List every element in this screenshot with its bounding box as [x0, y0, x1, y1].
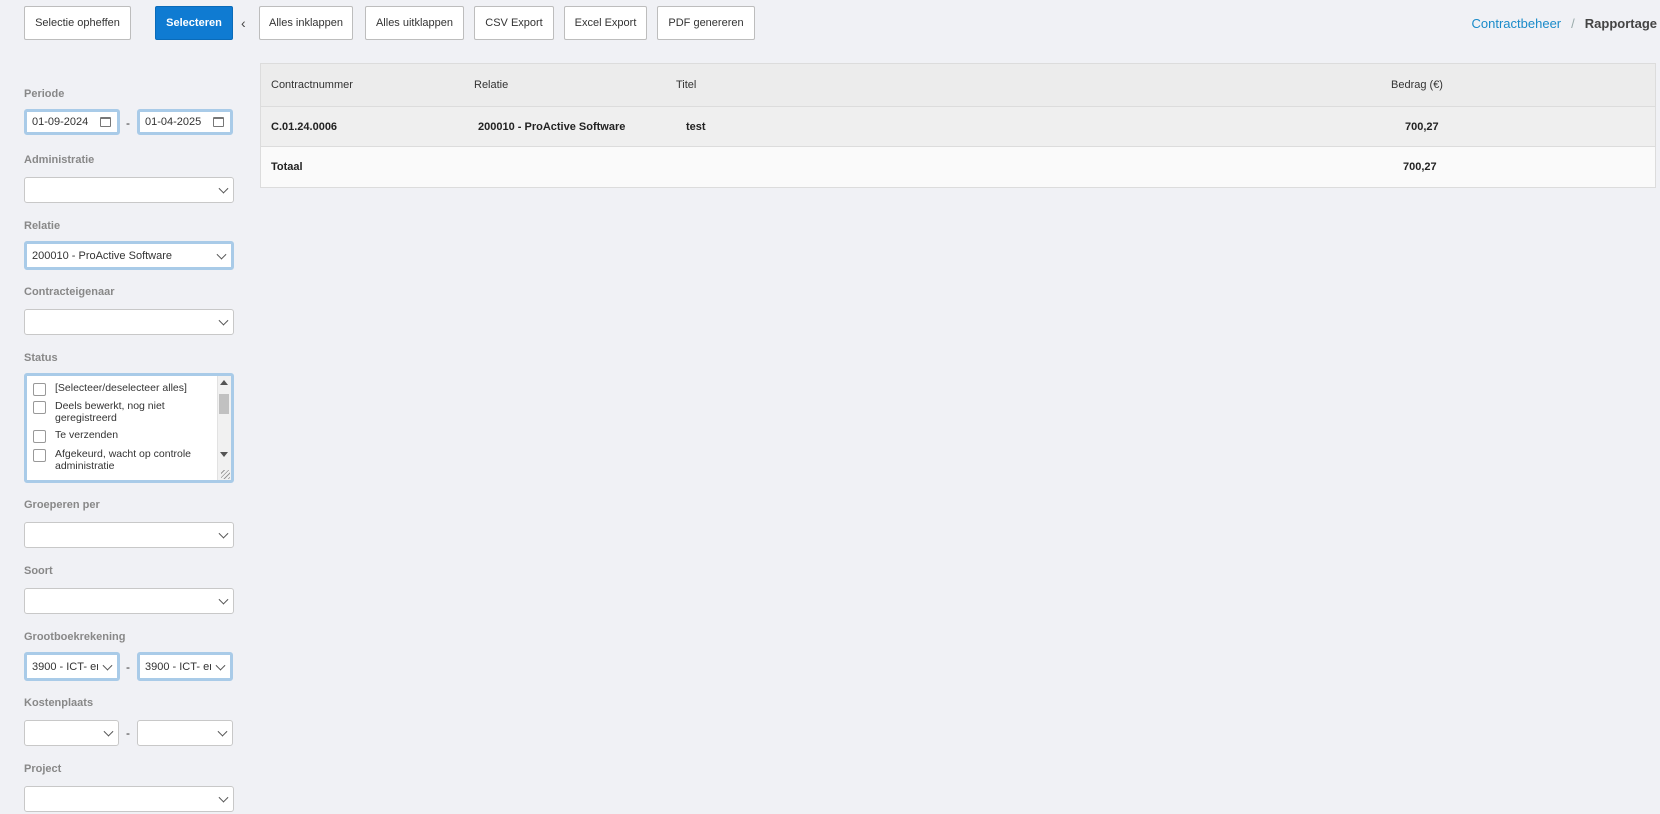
column-header-bedrag[interactable]: Bedrag (€)	[1391, 79, 1443, 91]
contracteigenaar-label: Contracteigenaar	[24, 286, 115, 298]
status-option[interactable]: Deels bewerkt, nog niet geregistreerd	[33, 400, 203, 424]
select-button[interactable]: Selecteren	[155, 6, 233, 40]
kostenplaats-label: Kostenplaats	[24, 697, 94, 709]
expand-all-button[interactable]: Alles uitklappen	[365, 6, 464, 40]
status-listbox[interactable]: [Selecteer/deselecteer alles] Deels bewe…	[24, 373, 234, 483]
soort-label: Soort	[24, 565, 53, 577]
status-option[interactable]: [Selecteer/deselecteer alles]	[33, 382, 203, 396]
grootboekrekening-label: Grootboekrekening	[24, 631, 126, 643]
status-option-label: Te verzenden	[55, 429, 119, 441]
chevron-down-icon	[218, 528, 229, 539]
project-select[interactable]	[24, 786, 234, 812]
table-header: Contractnummer Relatie Titel Bedrag (€)	[261, 64, 1655, 107]
grootboekrekening-from-select[interactable]: 3900 - ICT- en	[24, 652, 120, 681]
csv-export-button[interactable]: CSV Export	[474, 6, 554, 40]
checkbox[interactable]	[33, 401, 46, 414]
status-option[interactable]: Afgekeurd, wacht op controle administrat…	[33, 448, 203, 472]
status-option-label: Afgekeurd, wacht op controle administrat…	[55, 448, 191, 472]
scroll-thumb[interactable]	[219, 394, 229, 414]
chevron-down-icon	[217, 726, 228, 737]
chevron-down-icon	[216, 249, 227, 260]
total-value: 700,27	[1403, 161, 1437, 173]
periode-from-value: 01-09-2024	[32, 116, 89, 128]
administratie-select[interactable]	[24, 177, 234, 203]
kostenplaats-separator: -	[126, 726, 130, 740]
chevron-down-icon	[102, 660, 113, 671]
cell-bedrag: 700,27	[1405, 120, 1439, 133]
relatie-label: Relatie	[24, 220, 61, 232]
column-header-titel[interactable]: Titel	[676, 79, 696, 91]
resize-handle-icon[interactable]	[221, 470, 230, 479]
periode-separator: -	[126, 116, 130, 130]
chevron-down-icon	[218, 792, 229, 803]
checkbox[interactable]	[33, 383, 46, 396]
calendar-icon[interactable]	[213, 117, 224, 127]
project-label: Project	[24, 763, 62, 775]
scroll-down-icon[interactable]	[220, 452, 228, 457]
chevron-down-icon	[218, 183, 229, 194]
contracteigenaar-select[interactable]	[24, 309, 234, 335]
status-option-label: [Selecteer/deselecteer alles]	[55, 382, 187, 394]
chevron-left-icon[interactable]: ‹	[241, 15, 246, 31]
grootboekrekening-separator: -	[126, 660, 130, 674]
groeperen-per-select[interactable]	[24, 522, 234, 548]
cell-contractnummer: C.01.24.0006	[271, 120, 338, 133]
relatie-value: 200010 - ProActive Software	[32, 249, 173, 262]
chevron-down-icon	[103, 726, 114, 737]
checkbox[interactable]	[33, 430, 46, 443]
periode-to-value: 01-04-2025	[145, 116, 202, 128]
chevron-down-icon	[218, 594, 229, 605]
breadcrumb-rapportage: Rapportage	[1584, 16, 1657, 31]
total-label: Totaal	[271, 161, 303, 173]
collapse-all-button[interactable]: Alles inklappen	[259, 6, 353, 40]
excel-export-button[interactable]: Excel Export	[564, 6, 647, 40]
chevron-down-icon	[218, 315, 229, 326]
breadcrumb-contractbeheer[interactable]: Contractbeheer	[1472, 16, 1562, 31]
soort-select[interactable]	[24, 588, 234, 614]
relatie-select[interactable]: 200010 - ProActive Software	[24, 241, 234, 270]
periode-to-input[interactable]: 01-04-2025	[137, 109, 233, 135]
kostenplaats-from-select[interactable]	[24, 720, 119, 746]
column-header-contractnummer[interactable]: Contractnummer	[271, 79, 353, 91]
toolbar: Selectie opheffen Selecteren ‹ Alles ink…	[24, 6, 1660, 40]
status-option-label: Deels bewerkt, nog niet geregistreerd	[55, 400, 165, 424]
table-row[interactable]: C.01.24.0006 200010 - ProActive Software…	[261, 107, 1655, 147]
kostenplaats-to-select[interactable]	[137, 720, 233, 746]
breadcrumb-separator: /	[1571, 16, 1575, 31]
groeperen-per-label: Groeperen per	[24, 499, 100, 511]
calendar-icon[interactable]	[100, 117, 111, 127]
status-label: Status	[24, 352, 58, 364]
scroll-up-icon[interactable]	[220, 380, 228, 385]
cell-relatie: 200010 - ProActive Software	[478, 120, 626, 133]
status-scrollbar[interactable]	[217, 376, 231, 480]
administratie-label: Administratie	[24, 154, 95, 166]
clear-selection-button[interactable]: Selectie opheffen	[24, 6, 131, 40]
periode-from-input[interactable]: 01-09-2024	[24, 109, 120, 135]
column-header-relatie[interactable]: Relatie	[474, 79, 508, 91]
cell-titel: test	[686, 120, 706, 133]
periode-label: Periode	[24, 88, 65, 100]
grootboekrekening-from-value: 3900 - ICT- en	[32, 660, 98, 673]
checkbox[interactable]	[33, 449, 46, 462]
breadcrumb: Contractbeheer / Rapportage	[1472, 16, 1657, 31]
grootboekrekening-to-value: 3900 - ICT- en	[145, 660, 211, 673]
status-option[interactable]: Te verzenden	[33, 429, 203, 443]
chevron-down-icon	[215, 660, 226, 671]
table-total-row: Totaal 700,27	[261, 147, 1655, 187]
report-table: Contractnummer Relatie Titel Bedrag (€) …	[260, 63, 1656, 188]
pdf-generate-button[interactable]: PDF genereren	[657, 6, 755, 40]
grootboekrekening-to-select[interactable]: 3900 - ICT- en	[137, 652, 233, 681]
